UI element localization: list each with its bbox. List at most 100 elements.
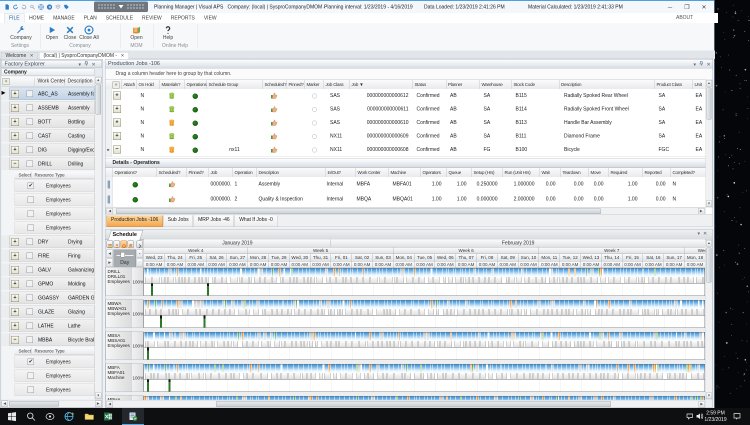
task-block[interactable]: [348, 365, 353, 373]
expand-button[interactable]: +: [11, 238, 19, 246]
work-center-checkbox[interactable]: [27, 267, 34, 274]
task-block[interactable]: [500, 301, 504, 309]
timeline-day[interactable]: Thu, 31: [310, 254, 331, 262]
task-block[interactable]: [594, 333, 599, 341]
task-block[interactable]: [467, 365, 471, 373]
task-block[interactable]: [644, 269, 649, 277]
work-center-checkbox[interactable]: [27, 105, 34, 112]
task-block[interactable]: [631, 333, 636, 341]
task-block[interactable]: [470, 301, 475, 309]
resource-checkbox[interactable]: [28, 373, 35, 380]
task-block[interactable]: [304, 301, 309, 309]
close-icon[interactable]: ✕: [703, 231, 707, 237]
ribbon-tab-manage[interactable]: MANAGE: [49, 14, 80, 24]
resource-row[interactable]: Employees: [15, 222, 95, 235]
timeline-day[interactable]: Tue, 29: [268, 254, 289, 262]
task-block[interactable]: [490, 333, 494, 341]
task-block[interactable]: [504, 301, 508, 309]
resource-checkbox[interactable]: ✔: [28, 359, 35, 366]
resource-label-mbsa[interactable]: MBSAMBSA01Employees: [106, 331, 132, 360]
task-block[interactable]: [449, 269, 453, 277]
task-block[interactable]: [375, 301, 379, 309]
gantt-task-strip[interactable]: [144, 332, 706, 348]
task-block[interactable]: [393, 269, 398, 277]
task-block[interactable]: [300, 333, 305, 341]
task-block[interactable]: [638, 269, 643, 277]
expand-button[interactable]: +: [11, 322, 19, 330]
task-block[interactable]: [427, 269, 431, 277]
task-block[interactable]: [570, 269, 574, 277]
toolbar-button-alarm-orange-icon[interactable]: [121, 241, 128, 249]
task-block[interactable]: [354, 301, 358, 309]
scroll-down-icon[interactable]: ▼: [706, 393, 712, 400]
task-block[interactable]: [585, 333, 590, 341]
task-block[interactable]: [655, 301, 659, 309]
explorer-icon[interactable]: [84, 412, 94, 422]
task-block[interactable]: [497, 365, 501, 373]
task-block[interactable]: [316, 269, 321, 277]
panel-buttons[interactable]: ▾✕: [76, 61, 96, 68]
scroll-up-icon[interactable]: ▲: [706, 240, 712, 247]
task-block[interactable]: [288, 333, 292, 341]
row-expand-button[interactable]: +: [113, 105, 121, 113]
task-block[interactable]: [187, 269, 192, 277]
task-block[interactable]: [303, 269, 307, 277]
scroll-down-icon[interactable]: ▼: [95, 393, 102, 400]
panel-buttons[interactable]: ▾✕: [695, 231, 708, 237]
gantt-task-strip[interactable]: [144, 364, 706, 380]
task-block[interactable]: [485, 333, 488, 341]
task-block[interactable]: [288, 365, 293, 373]
ribbon-button-company[interactable]: Company: [9, 26, 33, 41]
resource-checkbox[interactable]: [28, 387, 35, 394]
task-block[interactable]: [624, 301, 629, 309]
task-block[interactable]: [443, 269, 447, 277]
work-center-checkbox[interactable]: [27, 161, 34, 168]
task-block[interactable]: [165, 269, 169, 277]
task-block[interactable]: [547, 365, 552, 373]
task-block[interactable]: [285, 269, 290, 277]
task-block[interactable]: [409, 269, 414, 277]
pin-icon[interactable]: [699, 62, 704, 68]
task-block[interactable]: [656, 269, 661, 277]
task-block[interactable]: [148, 333, 153, 341]
work-center-row-galv[interactable]: +GALVGalvanizing: [10, 264, 95, 277]
resource-checkbox[interactable]: ✔: [28, 183, 35, 190]
timeline-day[interactable]: Mon, 11: [539, 254, 560, 262]
task-block[interactable]: [228, 269, 233, 277]
task-block[interactable]: [380, 365, 385, 373]
expand-button[interactable]: −: [11, 160, 19, 168]
zoom-out-button[interactable]: ▫: [137, 259, 144, 268]
task-block[interactable]: [700, 365, 705, 373]
task-block[interactable]: [173, 333, 175, 341]
timeline-day[interactable]: Tue, 05: [414, 254, 435, 262]
work-center-row-lathe[interactable]: +LATHELathe: [10, 320, 95, 333]
task-block[interactable]: [460, 301, 465, 309]
work-center-row-gpmo[interactable]: +GPMOMolding: [10, 278, 95, 291]
work-center-checkbox[interactable]: [27, 323, 34, 330]
timeline-day[interactable]: Mon, 18: [684, 254, 705, 262]
task-block[interactable]: [589, 301, 594, 309]
task-block[interactable]: [639, 365, 644, 373]
operation-row[interactable]: 0000000...2Quality & InspectionInternalM…: [106, 192, 706, 208]
task-block[interactable]: [604, 333, 608, 341]
timeline-day[interactable]: Thu, 07: [456, 254, 477, 262]
scroll-right-icon[interactable]: ▶: [95, 401, 102, 408]
resource-row[interactable]: Employees: [15, 370, 95, 383]
about-button[interactable]: ABOUT: [676, 15, 693, 21]
timeline-day[interactable]: Wed, 23: [144, 254, 165, 262]
task-block[interactable]: [619, 301, 624, 309]
task-block[interactable]: [555, 301, 559, 309]
task-block[interactable]: [645, 333, 650, 341]
task-block[interactable]: [224, 269, 228, 277]
job-list-tab-production-jobs-106[interactable]: Production Jobs -106: [107, 216, 163, 228]
resource-row[interactable]: ✔Employees: [15, 180, 95, 193]
timeline-day[interactable]: Sun, 27: [227, 254, 248, 262]
task-block[interactable]: [372, 269, 376, 277]
task-block[interactable]: [167, 301, 171, 309]
task-block[interactable]: [150, 301, 155, 309]
task-block[interactable]: [594, 269, 599, 277]
ie-icon[interactable]: [64, 412, 74, 422]
gantt-task-strip[interactable]: [144, 300, 706, 316]
task-block[interactable]: [649, 365, 653, 373]
resource-checkbox[interactable]: [28, 225, 35, 232]
